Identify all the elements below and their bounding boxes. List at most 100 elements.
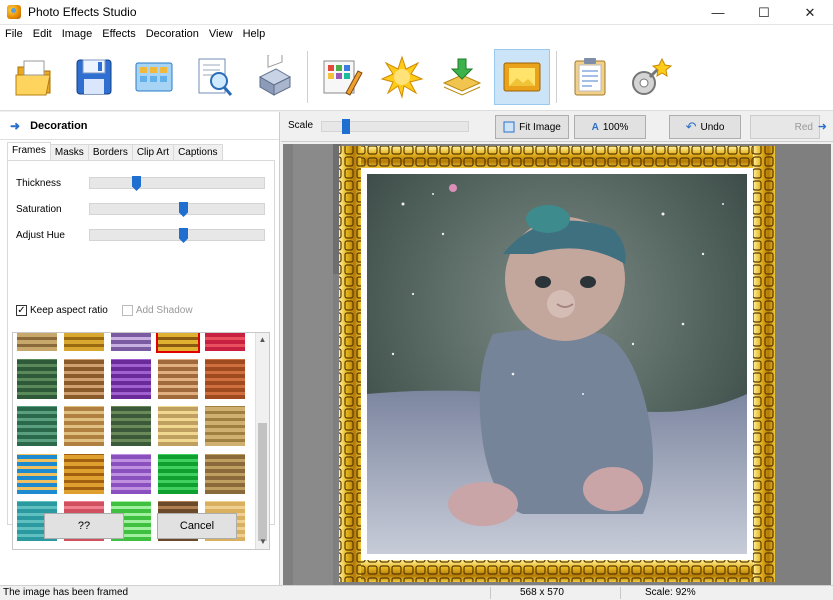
help-button[interactable]: ?? xyxy=(44,513,124,539)
saturation-thumb[interactable] xyxy=(179,202,188,217)
frame-thumbnail[interactable] xyxy=(17,406,57,446)
status-bar: The image has been framed 568 x 570 Scal… xyxy=(0,585,833,600)
title-bar: Photo Effects Studio — ☐ ✕ xyxy=(0,0,833,25)
tab-clip-art[interactable]: Clip Art xyxy=(131,144,175,160)
scale-thumb[interactable] xyxy=(342,119,350,134)
gallery-button[interactable] xyxy=(126,49,182,105)
zoom-100-button[interactable]: A 100% xyxy=(574,115,646,139)
menu-file[interactable]: File xyxy=(0,28,28,40)
frame-thumbnail[interactable] xyxy=(111,406,151,446)
decoration-panel: ➜ Decoration Frames Masks Borders Clip A… xyxy=(0,112,280,585)
main-toolbar xyxy=(0,43,833,111)
settings-button[interactable] xyxy=(622,49,678,105)
layers-button[interactable] xyxy=(434,49,490,105)
hue-label: Adjust Hue xyxy=(16,229,65,241)
cancel-button[interactable]: Cancel xyxy=(157,513,237,539)
settings-gear-icon xyxy=(632,57,672,95)
frame-thumbnail[interactable] xyxy=(158,359,198,399)
frame-thumbnail[interactable] xyxy=(205,454,245,494)
frame-thumbnail[interactable] xyxy=(64,333,104,351)
menu-help[interactable]: Help xyxy=(238,28,271,40)
tab-borders[interactable]: Borders xyxy=(87,144,133,160)
thickness-thumb[interactable] xyxy=(132,176,141,191)
minimize-button[interactable]: — xyxy=(695,0,741,25)
hue-thumb[interactable] xyxy=(179,228,188,243)
add-shadow-checkbox[interactable] xyxy=(121,305,133,316)
redo-button[interactable]: Red xyxy=(750,115,820,139)
collapse-arrow-icon[interactable]: ➜ xyxy=(10,119,20,133)
save-disk-icon xyxy=(76,59,112,95)
frame-thumbnail[interactable] xyxy=(17,359,57,399)
keep-aspect-label: Keep aspect ratio xyxy=(30,305,108,316)
printer-icon xyxy=(258,55,292,96)
decoration-button[interactable] xyxy=(494,49,550,105)
tab-captions[interactable]: Captions xyxy=(173,144,223,160)
frame-thumbnail[interactable] xyxy=(111,359,151,399)
frame-thumbnail[interactable] xyxy=(205,333,245,351)
frame-thumbnail[interactable] xyxy=(111,454,151,494)
status-dimensions: 568 x 570 xyxy=(520,587,564,598)
framed-photo xyxy=(283,144,831,585)
layers-download-icon xyxy=(442,58,482,96)
scroll-thumb[interactable] xyxy=(258,423,267,541)
edit-palette-button[interactable] xyxy=(314,49,370,105)
frame-thumbnail[interactable] xyxy=(156,333,200,353)
frame-thumbnail[interactable] xyxy=(64,454,104,494)
undo-arrow-icon: ↶ xyxy=(685,119,697,134)
frame-thumbnail[interactable] xyxy=(64,359,104,399)
thickness-label: Thickness xyxy=(16,177,62,189)
undo-button[interactable]: ↶ Undo xyxy=(669,115,741,139)
frame-thumbnail[interactable] xyxy=(205,359,245,399)
keep-aspect-row[interactable]: ✓ Keep aspect ratio Add Shadow xyxy=(16,305,193,316)
app-palette-icon xyxy=(7,5,21,19)
panel-header: ➜ Decoration xyxy=(0,112,279,140)
frame-thumbnail[interactable] xyxy=(64,406,104,446)
thickness-slider[interactable] xyxy=(89,176,265,191)
close-button[interactable]: ✕ xyxy=(787,0,833,25)
print-button[interactable] xyxy=(246,49,302,105)
keep-aspect-checkbox[interactable]: ✓ xyxy=(16,305,27,316)
open-button[interactable] xyxy=(6,49,62,105)
saturation-label: Saturation xyxy=(16,203,62,215)
frame-thumbnail[interactable] xyxy=(17,454,57,494)
fit-image-icon xyxy=(503,121,515,133)
menu-image[interactable]: Image xyxy=(57,28,98,40)
frame-thumbnail[interactable] xyxy=(205,406,245,446)
open-folder-icon xyxy=(15,60,51,96)
menu-bar: File Edit Image Effects Decoration View … xyxy=(0,25,833,43)
scroll-down-icon[interactable]: ▼ xyxy=(256,535,269,549)
menu-decoration[interactable]: Decoration xyxy=(141,28,204,40)
gallery-scrollbar[interactable]: ▲ ▼ xyxy=(255,333,269,549)
expand-arrow-icon[interactable]: ➜ xyxy=(818,120,827,133)
sun-effects-icon xyxy=(380,55,424,99)
menu-effects[interactable]: Effects xyxy=(97,28,140,40)
scale-label: Scale xyxy=(288,120,314,131)
image-canvas[interactable] xyxy=(283,144,831,585)
clipboard-icon xyxy=(574,58,606,96)
clipboard-button[interactable] xyxy=(562,49,618,105)
zoom-label: 100% xyxy=(602,121,629,133)
preview-button[interactable] xyxy=(186,49,242,105)
tab-frames[interactable]: Frames xyxy=(7,142,51,160)
hue-slider[interactable] xyxy=(89,228,265,243)
save-button[interactable] xyxy=(66,49,122,105)
menu-edit[interactable]: Edit xyxy=(28,28,57,40)
frame-thumbnail[interactable] xyxy=(158,454,198,494)
tab-masks[interactable]: Masks xyxy=(49,144,89,160)
saturation-slider[interactable] xyxy=(89,202,265,217)
menu-view[interactable]: View xyxy=(204,28,238,40)
frame-thumbnail[interactable] xyxy=(158,406,198,446)
frame-thumbnail[interactable] xyxy=(17,333,57,351)
frames-tab-page: Thickness Saturation Adjust Hue ✓ Keep a… xyxy=(7,160,275,550)
zoom-icon: A xyxy=(591,121,599,133)
status-message: The image has been framed xyxy=(3,587,129,598)
maximize-button[interactable]: ☐ xyxy=(741,0,787,25)
effects-button[interactable] xyxy=(374,49,430,105)
frame-picture-icon xyxy=(503,62,541,92)
scale-slider[interactable] xyxy=(321,119,469,134)
frame-thumbnail[interactable] xyxy=(111,333,151,351)
thickness-row: Thickness xyxy=(16,175,265,191)
scroll-up-icon[interactable]: ▲ xyxy=(256,333,269,347)
undo-label: Undo xyxy=(700,121,725,133)
fit-image-button[interactable]: Fit Image xyxy=(495,115,569,139)
